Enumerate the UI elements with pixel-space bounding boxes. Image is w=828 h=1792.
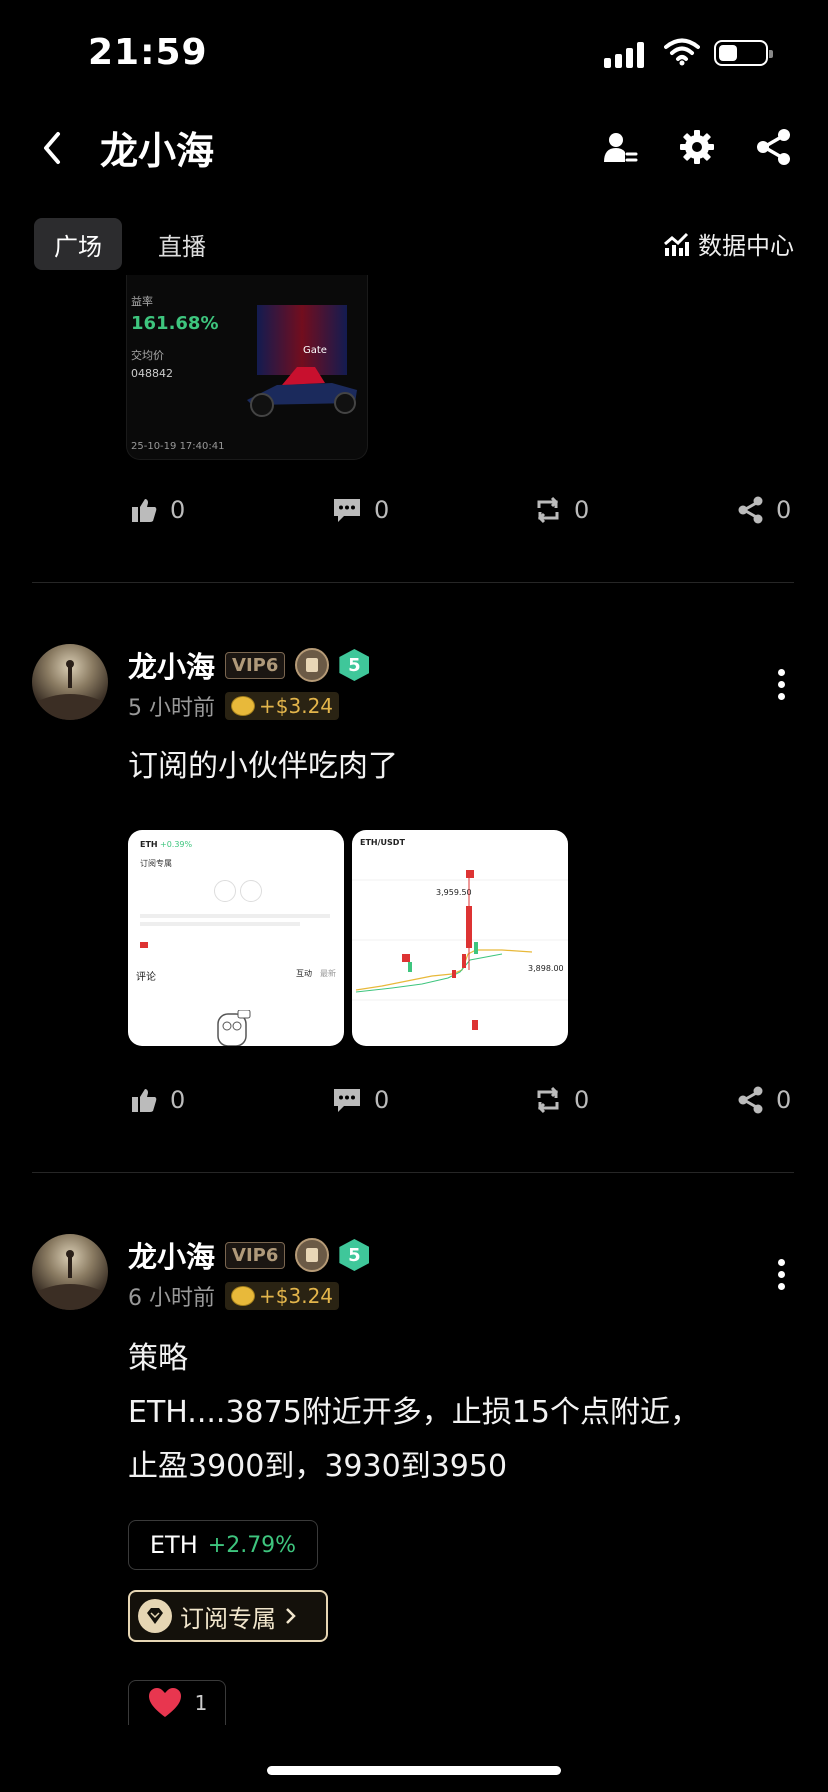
post-meta: 5 小时前 +$3.24 [128, 690, 340, 722]
post-meta: 6 小时前 +$3.24 [128, 1280, 340, 1312]
post-text: 策略 ETH....3875附近开多，止损15个点附近， 止盈3900到，393… [128, 1332, 700, 1494]
gate-logo: Gate [303, 345, 327, 356]
comment-count: 0 [374, 496, 390, 524]
earnings-badge: +$3.24 [225, 1282, 340, 1310]
post-text: 订阅的小伙伴吃肉了 [128, 749, 398, 784]
more-options-icon[interactable] [776, 1254, 786, 1295]
repost-icon [537, 1086, 559, 1114]
level-badge: 5 [339, 1239, 370, 1271]
snippet-label: 益率 [131, 295, 153, 308]
vip-badge: VIP6 [225, 651, 286, 679]
more-options-icon[interactable] [776, 664, 786, 705]
post-time: 6 小时前 [128, 1286, 215, 1311]
username[interactable]: 龙小海 [128, 1234, 215, 1276]
repost-count: 0 [574, 496, 590, 524]
tab-live[interactable]: 直播 [138, 218, 226, 270]
avatar[interactable] [32, 644, 108, 720]
comment-button[interactable]: 0 [332, 496, 389, 524]
subscribe-exclusive-button[interactable]: 订阅专属 [128, 1590, 328, 1642]
comment-icon [334, 499, 360, 522]
image-tag: 订阅专属 [140, 859, 172, 868]
data-center-label: 数据中心 [698, 232, 794, 260]
eth-ticker-chip[interactable]: ETH +2.79% [128, 1520, 318, 1570]
divider [32, 582, 794, 583]
tab-square[interactable]: 广场 [34, 218, 122, 270]
post-image-partial[interactable]: 益率 161.68% 交均价 048842 25-10-19 17:40:41 … [126, 275, 368, 460]
chart-icon [664, 232, 689, 256]
comment-button[interactable]: 0 [332, 1086, 389, 1114]
username[interactable]: 龙小海 [128, 644, 215, 686]
image-tab: 互动 [296, 969, 312, 978]
like-button[interactable]: 0 [130, 496, 185, 524]
like-count: 0 [170, 1086, 186, 1114]
vip-badge: VIP6 [225, 1241, 286, 1269]
repost-count: 0 [574, 1086, 590, 1114]
post-header: 龙小海 VIP6 5 [128, 1234, 370, 1276]
user-follow-icon[interactable] [602, 130, 638, 166]
snippet-label: 交均价 [131, 349, 164, 362]
earnings-badge: +$3.24 [225, 692, 340, 720]
page-title: 龙小海 [100, 129, 215, 173]
like-count: 0 [170, 496, 186, 524]
share-icon [738, 496, 763, 524]
reaction-count: 1 [194, 1691, 208, 1715]
share-count: 0 [776, 1086, 792, 1114]
share-icon [738, 1086, 763, 1114]
ticker-symbol: ETH [149, 1531, 198, 1559]
avatar[interactable] [32, 1234, 108, 1310]
share-button[interactable]: 0 [738, 1086, 791, 1114]
repost-icon [537, 496, 559, 524]
post-text-line: 策略 [128, 1341, 188, 1376]
ticker-change: +2.79% [207, 1532, 297, 1558]
heart-icon [148, 1688, 181, 1717]
share-icon[interactable] [756, 128, 792, 166]
battery-icon [714, 40, 773, 66]
post-text-line: ETH....3875附近开多，止损15个点附近， [128, 1395, 700, 1430]
image-tab: 最新 [320, 969, 336, 978]
chevron-right-icon [286, 1608, 296, 1624]
comment-count: 0 [374, 1086, 390, 1114]
image-comment-label: 评论 [136, 972, 156, 983]
back-icon[interactable] [38, 128, 66, 168]
share-button[interactable]: 0 [738, 496, 791, 524]
earnings-amount: +$3.24 [259, 694, 334, 718]
post-image[interactable]: ETH +0.39% 订阅专属 评论 互动 最新 [128, 830, 344, 1046]
wifi-icon [664, 38, 700, 66]
coin-icon [231, 1286, 255, 1306]
status-time: 21:59 [88, 32, 208, 73]
coin-icon [231, 696, 255, 716]
image-pct: +0.39% [160, 840, 193, 849]
cellular-signal-icon [604, 42, 644, 68]
data-center-link[interactable]: 数据中心 [662, 226, 794, 261]
comment-icon [334, 1089, 360, 1112]
home-indicator[interactable] [267, 1766, 561, 1775]
thumbs-up-icon [132, 1089, 157, 1112]
post-image[interactable]: ETH/USDT 3,959.50 3,898.00 [352, 830, 568, 1046]
snippet-return-pct: 161.68% [131, 313, 219, 334]
divider [32, 1172, 794, 1173]
snippet-price: 048842 [131, 367, 173, 380]
post-time: 5 小时前 [128, 696, 215, 721]
scroll-badge-icon [295, 1238, 330, 1272]
share-count: 0 [776, 496, 792, 524]
like-button[interactable]: 0 [130, 1086, 185, 1114]
earnings-amount: +$3.24 [259, 1284, 334, 1308]
repost-button[interactable]: 0 [534, 496, 589, 524]
image-header: ETH/USDT [360, 838, 405, 847]
scroll-badge-icon [295, 648, 330, 682]
diamond-icon [138, 1599, 172, 1633]
level-badge: 5 [339, 649, 370, 681]
post-header: 龙小海 VIP6 5 [128, 644, 370, 686]
repost-button[interactable]: 0 [534, 1086, 589, 1114]
post-text-line: 止盈3900到，3930到3950 [128, 1449, 508, 1484]
image-header: ETH [140, 840, 158, 849]
gear-icon[interactable] [678, 128, 716, 166]
heart-reaction-chip[interactable]: 1 [128, 1680, 226, 1725]
candlestick-chart-image [352, 870, 568, 1030]
thumbs-up-icon [132, 499, 157, 522]
mascot-icon [217, 1010, 251, 1046]
subscribe-label: 订阅专属 [180, 1604, 276, 1633]
race-car-image: Gate [247, 305, 357, 417]
snippet-timestamp: 25-10-19 17:40:41 [131, 441, 225, 452]
